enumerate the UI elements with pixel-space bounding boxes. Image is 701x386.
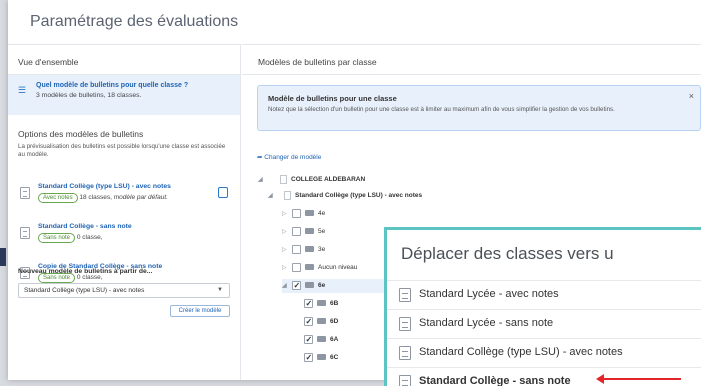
folder-icon: [305, 246, 314, 253]
popup-option-label: Standard Collège - sans note: [419, 375, 571, 386]
info-banner: Modèle de bulletins pour une classe Note…: [257, 85, 701, 131]
document-icon: [399, 346, 411, 360]
collapsed-icon: ▷: [282, 229, 287, 235]
model-title: Standard Collège - sans note: [38, 223, 132, 230]
expand-icon: ◢: [268, 193, 273, 199]
popup-option[interactable]: Standard Lycée - sans note: [387, 309, 701, 338]
folder-icon: [305, 210, 314, 217]
checkbox[interactable]: [304, 297, 313, 311]
tree-class[interactable]: 6D: [304, 315, 338, 329]
school-icon: [280, 174, 287, 184]
folder-icon: [317, 354, 326, 361]
expand-icon: ◢: [282, 283, 287, 289]
tree-level[interactable]: ▷ 5e: [282, 225, 325, 239]
tree-root-label: COLLEGE ALDEBARAN: [291, 176, 366, 183]
popup-option-label: Standard Collège (type LSU) - avec notes: [419, 346, 623, 358]
tree-class[interactable]: 6C: [304, 351, 338, 365]
level-label: 6e: [318, 282, 326, 289]
options-description: La prévisualisation des bulletins est po…: [18, 143, 226, 158]
folder-icon: [317, 300, 326, 307]
level-label: 5e: [318, 228, 326, 235]
overview-header: Vue d'ensemble: [8, 45, 240, 75]
document-icon: [399, 317, 411, 331]
popup-option[interactable]: Standard Collège (type LSU) - avec notes: [387, 338, 701, 367]
options-header: Options des modèles de bulletins: [18, 129, 144, 139]
folder-icon: [317, 318, 326, 325]
change-model-link[interactable]: ➦ Changer de modèle: [257, 153, 321, 161]
edge-marker: [0, 248, 6, 266]
change-model-label: Changer de modèle: [264, 154, 322, 161]
checkbox[interactable]: [304, 333, 313, 347]
collapsed-icon: ▷: [282, 265, 287, 271]
tree-class[interactable]: 6A: [304, 333, 338, 347]
tree-root[interactable]: ◢ COLLEGE ALDEBARAN: [258, 173, 365, 187]
tree-level[interactable]: ▷ Aucun niveau: [282, 261, 357, 275]
preview-icon[interactable]: [218, 187, 228, 198]
folder-icon: [305, 282, 314, 289]
overview-item[interactable]: ☰ Quel modèle de bulletins pour quelle c…: [8, 75, 240, 115]
model-item-1[interactable]: Standard Collège (type LSU) - avec notes…: [8, 175, 240, 215]
move-classes-popup: Déplacer des classes vers u Standard Lyc…: [384, 227, 701, 386]
document-icon: [20, 227, 30, 239]
model-badge: Avec notes: [38, 193, 78, 203]
level-label: 3e: [318, 246, 326, 253]
folder-icon: [317, 336, 326, 343]
tree-level-selected[interactable]: ◢ 6e: [282, 279, 392, 293]
level-label: Aucun niveau: [318, 264, 358, 271]
popup-option-highlighted[interactable]: Standard Collège - sans note: [387, 367, 701, 386]
overview-item-title: Quel modèle de bulletins pour quelle cla…: [36, 82, 189, 89]
red-arrow-annotation: [596, 374, 681, 384]
document-icon: [399, 375, 411, 386]
create-model-button[interactable]: Créer le modèle: [170, 305, 230, 317]
tree-model-label: Standard Collège (type LSU) - avec notes: [295, 192, 423, 199]
tree-model[interactable]: ◢ Standard Collège (type LSU) - avec note…: [268, 189, 422, 203]
popup-title: Déplacer des classes vers u: [401, 244, 614, 263]
info-title: Modèle de bulletins pour une classe: [268, 94, 397, 103]
checkbox[interactable]: [292, 279, 301, 293]
model-info: 0 classe,: [76, 234, 103, 241]
checkbox[interactable]: [292, 262, 301, 272]
info-text: Notez que la sélection d'un bulletin pou…: [268, 106, 615, 113]
new-model-label: Nouveau modèle de bulletins à partir de.…: [18, 268, 153, 275]
tree-class[interactable]: 6B: [304, 297, 338, 311]
model-item-2[interactable]: Standard Collège - sans note Sans note 0…: [8, 215, 240, 255]
checkbox[interactable]: [292, 226, 301, 236]
overview-item-subtitle: 3 modèles de bulletins, 18 classes.: [36, 92, 142, 99]
caret-down-icon: ▼: [217, 287, 223, 293]
level-label: 4e: [318, 210, 326, 217]
tree-level[interactable]: ▷ 3e: [282, 243, 325, 257]
model-badge: Sans note: [38, 233, 76, 243]
class-label: 6D: [330, 318, 339, 325]
model-default-note: modèle par défaut.: [113, 194, 168, 201]
folder-icon: [305, 264, 314, 271]
document-icon: [284, 190, 291, 200]
model-info: 18 classes,: [79, 194, 112, 201]
new-model-select[interactable]: Standard Collège (type LSU) - avec notes…: [18, 283, 230, 298]
popup-option-label: Standard Lycée - sans note: [419, 317, 554, 329]
class-label: 6C: [330, 354, 339, 361]
collapsed-icon: ▷: [282, 211, 287, 217]
collapsed-icon: ▷: [282, 247, 287, 253]
page-title: Paramétrage des évaluations: [30, 13, 239, 30]
tree-level[interactable]: ▷ 4e: [282, 207, 325, 221]
popup-option-label: Standard Lycée - avec notes: [419, 288, 559, 300]
checkbox[interactable]: [304, 315, 313, 329]
folder-icon: [305, 228, 314, 235]
right-header: Modèles de bulletins par classe: [242, 45, 701, 75]
model-title: Standard Collège (type LSU) - avec notes: [38, 183, 171, 190]
new-model-select-value: Standard Collège (type LSU) - avec notes: [24, 287, 145, 294]
class-label: 6A: [330, 336, 339, 343]
list-icon: ☰: [18, 85, 27, 95]
document-icon: [399, 288, 411, 302]
popup-option[interactable]: Standard Lycée - avec notes: [387, 280, 701, 309]
model-info: 0 classe,: [76, 274, 103, 281]
close-icon[interactable]: ×: [689, 91, 694, 101]
class-label: 6B: [330, 300, 339, 307]
left-panel: Vue d'ensemble ☰ Quel modèle de bulletin…: [8, 44, 241, 380]
checkbox[interactable]: [292, 244, 301, 254]
document-icon: [20, 187, 30, 199]
checkbox[interactable]: [304, 351, 313, 365]
expand-icon: ◢: [258, 177, 263, 183]
checkbox[interactable]: [292, 208, 301, 218]
